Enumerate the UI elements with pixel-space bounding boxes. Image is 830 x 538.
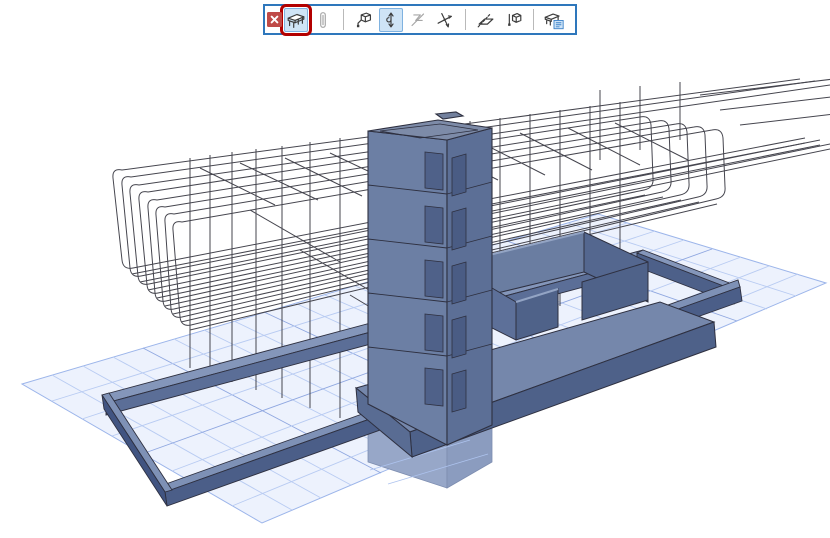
offset-element-button[interactable] [501, 8, 525, 32]
capsule-icon [312, 9, 334, 31]
divider [343, 9, 344, 30]
rotate-element-button[interactable] [433, 8, 457, 32]
core-tower [368, 112, 492, 445]
divider [465, 9, 466, 30]
palette-buttons [284, 8, 566, 32]
stretch-zigzag-icon [407, 9, 429, 31]
divider [533, 9, 534, 30]
application-window [0, 0, 830, 538]
rotate-axes-icon [434, 9, 456, 31]
workbench-slab-icon [285, 9, 307, 31]
offset-cube-icon [502, 9, 524, 31]
stretch-element-button[interactable] [406, 8, 430, 32]
vertical-move-arrow-icon [380, 9, 402, 31]
mirror-element-button[interactable] [474, 8, 498, 32]
slanted-parallelogram-icon [475, 9, 497, 31]
workbench-with-list-badge-icon [543, 9, 565, 31]
column-capsule-button[interactable] [311, 8, 335, 32]
3d-viewport[interactable] [0, 0, 830, 538]
floating-edit-palette [263, 4, 577, 35]
close-icon[interactable] [267, 12, 282, 27]
elevate-element-button[interactable] [379, 8, 403, 32]
drag-element-button[interactable] [352, 8, 376, 32]
edit-elements-button[interactable] [284, 8, 308, 32]
element-settings-button[interactable] [542, 8, 566, 32]
drag-cube-icon [353, 9, 375, 31]
